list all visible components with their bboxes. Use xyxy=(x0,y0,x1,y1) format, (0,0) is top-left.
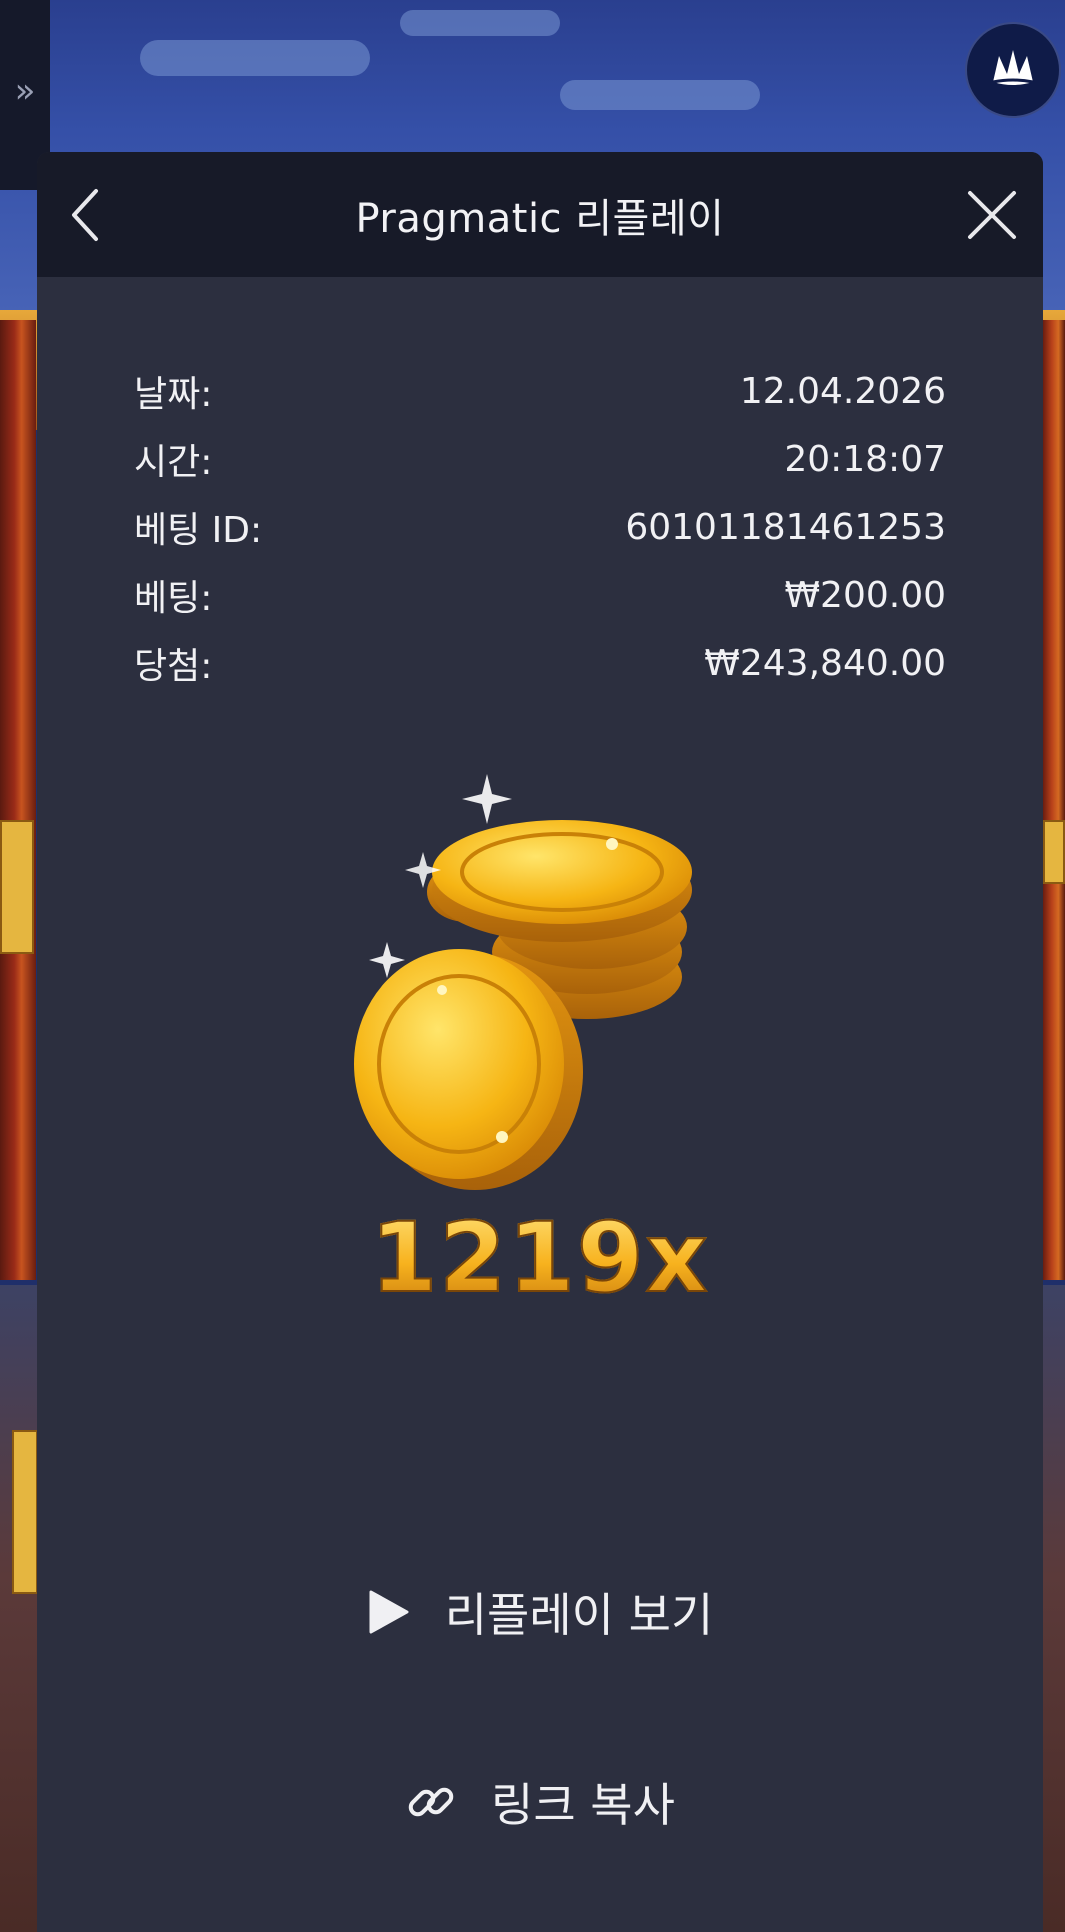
crown-logo-icon xyxy=(992,50,1034,85)
detail-row-win: 당첨: ₩243,840.00 xyxy=(134,629,946,697)
copy-link-button[interactable]: 링크 복사 xyxy=(37,1762,1043,1842)
detail-label: 날짜: xyxy=(134,374,213,415)
background-cloud xyxy=(400,10,560,36)
back-button[interactable] xyxy=(55,182,115,248)
background-cloud xyxy=(560,80,760,110)
modal-header: Pragmatic 리플레이 xyxy=(37,152,1043,277)
detail-value: 60101181461253 xyxy=(625,506,946,548)
view-replay-label: 리플레이 보기 xyxy=(444,1588,714,1642)
background-pillar xyxy=(0,320,36,1280)
detail-value: 20:18:07 xyxy=(784,438,946,480)
copy-link-label: 링크 복사 xyxy=(491,1778,675,1832)
brand-logo-button[interactable] xyxy=(965,22,1061,118)
detail-label: 베팅 ID: xyxy=(134,510,263,551)
view-replay-button[interactable]: 리플레이 보기 xyxy=(37,1572,1043,1652)
detail-row-bet-id: 베팅 ID: 60101181461253 xyxy=(134,493,946,561)
detail-row-date: 날짜: 12.04.2026 xyxy=(134,357,946,425)
detail-value: 12.04.2026 xyxy=(739,370,946,412)
close-icon xyxy=(968,191,1016,239)
background-ornament xyxy=(1043,820,1065,884)
bet-details: 날짜: 12.04.2026 시간: 20:18:07 베팅 ID: 60101… xyxy=(134,357,946,697)
detail-label: 시간: xyxy=(134,442,213,483)
background-pillar xyxy=(1043,320,1065,1280)
detail-label: 베팅: xyxy=(134,578,213,619)
background-ornament xyxy=(12,1430,38,1594)
background-cloud xyxy=(140,40,370,76)
background-ornament xyxy=(0,820,34,954)
replay-modal: Pragmatic 리플레이 날짜: 12.04.2026 시간: 20:18:… xyxy=(37,152,1043,1932)
link-icon xyxy=(405,1776,457,1828)
win-multiplier: 1219x xyxy=(37,1201,1043,1315)
play-icon xyxy=(367,1588,411,1636)
detail-row-time: 시간: 20:18:07 xyxy=(134,425,946,493)
detail-label: 당첨: xyxy=(134,646,213,687)
double-chevron-right-icon: » xyxy=(14,71,36,111)
detail-row-bet: 베팅: ₩200.00 xyxy=(134,561,946,629)
detail-value: ₩243,840.00 xyxy=(704,642,946,684)
game-screen: » Pragmatic 리플레이 날짜: 12.04.2026 시간: 20:1… xyxy=(0,0,1065,1932)
chevron-left-icon xyxy=(72,189,98,241)
close-button[interactable] xyxy=(959,182,1025,248)
detail-value: ₩200.00 xyxy=(784,574,946,616)
modal-title: Pragmatic 리플레이 xyxy=(355,195,725,242)
